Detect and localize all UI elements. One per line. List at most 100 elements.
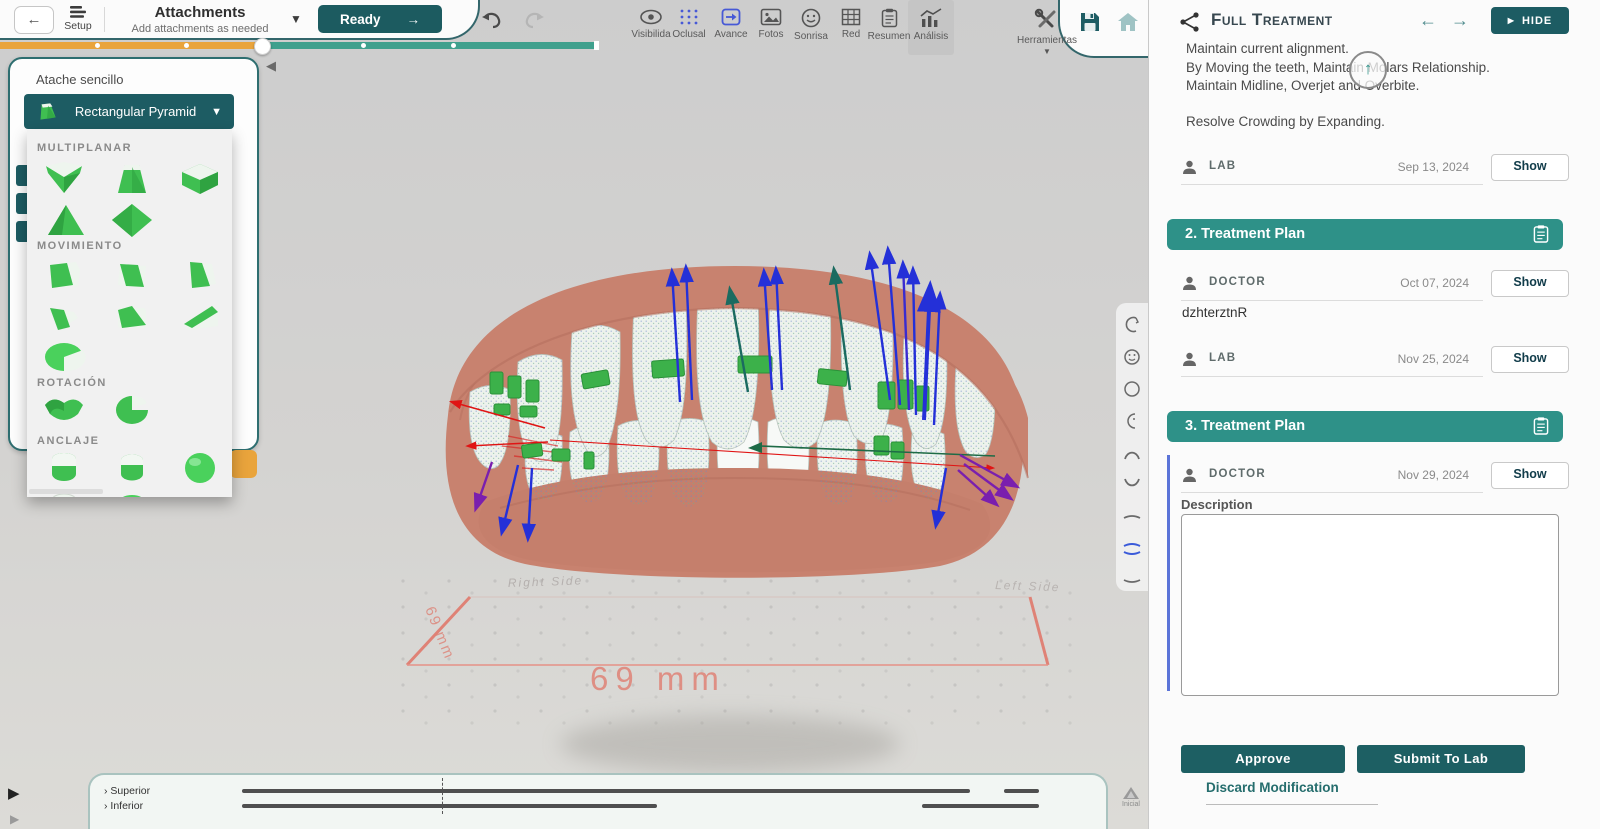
shape-option-chevron-fold[interactable] xyxy=(35,389,93,431)
dropdown-scrollbar[interactable] xyxy=(29,489,103,494)
setup-menu-button[interactable]: Setup xyxy=(58,5,98,32)
hidden-orange-button[interactable] xyxy=(230,450,257,478)
show-button[interactable]: Show xyxy=(1491,346,1569,373)
plan3-header[interactable]: 3. Treatment Plan xyxy=(1167,411,1563,442)
initial-label: Inicial xyxy=(1114,801,1148,808)
shape-option-cube-notch[interactable] xyxy=(171,158,229,200)
progress-step-dot[interactable] xyxy=(184,43,189,48)
plan2-header[interactable]: 2. Treatment Plan xyxy=(1167,219,1563,250)
approve-button[interactable]: Approve xyxy=(1181,745,1345,773)
lower-arch-icon[interactable] xyxy=(1116,469,1148,501)
show-button[interactable]: Show xyxy=(1491,270,1569,297)
scroll-top-button[interactable]: ↑ xyxy=(1349,51,1387,89)
play-button[interactable]: ▶ xyxy=(8,784,20,802)
tool-occlusal[interactable]: Oclusal xyxy=(666,8,712,40)
plan3-title: 3. Treatment Plan xyxy=(1185,418,1305,434)
tool-label: Herramientas xyxy=(1012,35,1082,46)
shape-option-wedge-b[interactable] xyxy=(103,254,161,296)
superior-track-segment[interactable] xyxy=(242,789,970,793)
shape-option-wedge-a[interactable] xyxy=(35,254,93,296)
both-arches-icon[interactable] xyxy=(1116,533,1148,565)
3d-viewport[interactable]: Right Side Left Side 69 mm 69 mm xyxy=(0,0,1148,829)
shape-option-half-cylinder-2[interactable] xyxy=(103,447,161,489)
share-icon[interactable] xyxy=(1179,11,1201,33)
plan3-doctor-row: DOCTOR Nov 29, 2024 Show xyxy=(1181,462,1569,489)
shape-option-tetrahedron[interactable] xyxy=(35,200,93,242)
next-plan-arrow[interactable]: → xyxy=(1451,10,1469,31)
shape-option-wedge-c[interactable] xyxy=(171,254,229,296)
date-label: Nov 25, 2024 xyxy=(1398,352,1469,366)
person-icon xyxy=(1181,467,1198,484)
dot-grid-icon xyxy=(678,8,700,26)
tool-herramientas[interactable]: Herramientas ▼ xyxy=(1012,8,1082,56)
redo-button[interactable] xyxy=(522,10,546,30)
shape-option-diamond[interactable] xyxy=(103,200,161,242)
upper-arch-icon[interactable] xyxy=(1116,437,1148,469)
table-grid-icon xyxy=(841,8,861,26)
ready-label: Ready xyxy=(340,12,381,27)
shape-option-cut-off-2[interactable] xyxy=(103,486,161,497)
date-label: Nov 29, 2024 xyxy=(1398,468,1469,482)
description-textarea[interactable] xyxy=(1181,514,1559,696)
role-label: LAB xyxy=(1209,352,1236,364)
shape-option-wedge-d[interactable] xyxy=(35,296,93,338)
show-button[interactable]: Show xyxy=(1491,462,1569,489)
show-button[interactable]: Show xyxy=(1491,154,1569,181)
timeline-panel[interactable]: › Superior › Inferior xyxy=(88,773,1108,829)
shape-dropdown-list[interactable]: MULTIPLANAR MOVIMIENTO xyxy=(27,130,232,497)
timeline-inferior-row[interactable]: › Inferior xyxy=(104,800,143,812)
save-button[interactable] xyxy=(1078,10,1102,34)
progress-step-dot[interactable] xyxy=(361,43,366,48)
section-movimiento: MOVIMIENTO xyxy=(37,240,123,252)
smile-view-icon[interactable] xyxy=(1116,341,1148,373)
divider xyxy=(104,7,105,32)
ready-button[interactable]: Ready → xyxy=(318,5,442,33)
progress-bar-upcoming[interactable] xyxy=(262,42,598,49)
clipboard-icon xyxy=(1533,224,1549,244)
timeline-superior-row[interactable]: › Superior xyxy=(104,785,150,797)
occlusal-lower-icon[interactable] xyxy=(1116,565,1148,597)
superior-track-segment[interactable] xyxy=(1004,789,1039,793)
shape-option-wedge-v[interactable] xyxy=(35,158,93,200)
back-button[interactable]: ← xyxy=(14,6,54,34)
shape-select-dropdown[interactable]: Rectangular Pyramid ▼ xyxy=(24,94,234,129)
clipboard-icon xyxy=(1533,416,1549,436)
row-divider xyxy=(1181,492,1483,493)
shape-option-pacman-cylinder[interactable] xyxy=(103,389,161,431)
inferior-track-segment[interactable] xyxy=(242,804,657,808)
tool-analysis[interactable]: Análisis xyxy=(908,8,954,42)
frontal-view-icon[interactable] xyxy=(1116,373,1148,405)
plan2-title: 2. Treatment Plan xyxy=(1185,226,1305,242)
occlusal-upper-icon[interactable] xyxy=(1116,501,1148,533)
timeline-cursor[interactable] xyxy=(442,778,443,814)
face-view-icon[interactable] xyxy=(1116,405,1148,437)
hide-panel-button[interactable]: ▶ HIDE xyxy=(1491,7,1569,34)
tool-summary[interactable]: Resumen xyxy=(866,8,912,42)
plan1-lab-row: LAB Sep 13, 2024 Show xyxy=(1181,154,1569,181)
undo-button[interactable] xyxy=(480,10,504,30)
analytics-chart-icon xyxy=(919,8,943,28)
stage-dropdown-icon[interactable]: ▼ xyxy=(290,12,302,26)
progress-bar-done[interactable] xyxy=(0,42,262,49)
shape-option-block[interactable] xyxy=(103,296,161,338)
inferior-track-segment[interactable] xyxy=(922,804,1039,808)
floor-grid: Right Side Left Side 69 mm xyxy=(395,573,1085,733)
submit-to-lab-button[interactable]: Submit To Lab xyxy=(1357,745,1525,773)
stage-header: Attachments Add attachments as needed xyxy=(118,4,282,35)
progress-step-dot[interactable] xyxy=(95,43,100,48)
shape-option-ramp[interactable] xyxy=(171,296,229,338)
home-button[interactable] xyxy=(1116,10,1140,34)
collapse-panel-icon[interactable]: ◀ xyxy=(266,58,276,74)
play-button-secondary[interactable]: ▶ xyxy=(10,812,19,826)
shape-option-sphere[interactable] xyxy=(171,447,229,489)
prev-plan-arrow[interactable]: ← xyxy=(1419,10,1437,31)
shape-option-half-cylinder[interactable] xyxy=(35,447,93,489)
shape-option-truncated-pyramid[interactable] xyxy=(103,158,161,200)
progress-current-knob[interactable] xyxy=(254,38,271,55)
profile-view-icon[interactable] xyxy=(1116,309,1148,341)
dental-model[interactable] xyxy=(430,240,1050,585)
initial-view-button[interactable]: Inicial xyxy=(1114,786,1148,808)
progress-step-dot[interactable] xyxy=(451,43,456,48)
shape-option-round-wedge[interactable] xyxy=(35,335,93,377)
discard-modification-link[interactable]: Discard Modification xyxy=(1206,780,1378,805)
